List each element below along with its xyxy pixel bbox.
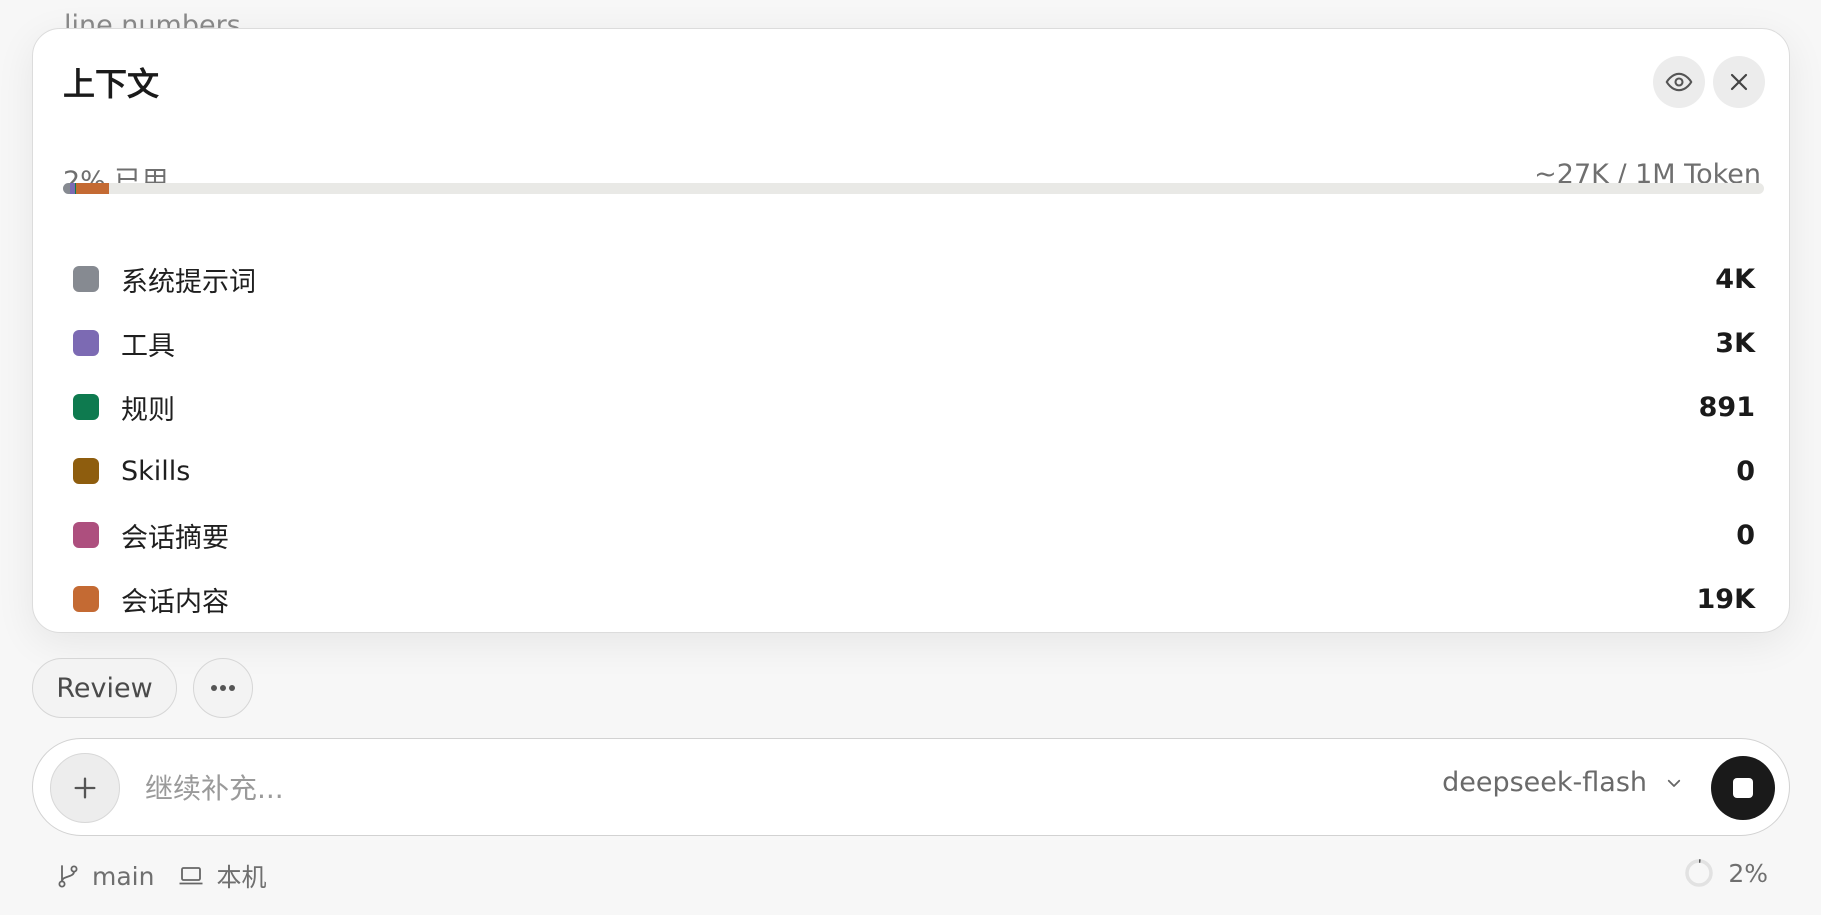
branch-name: main [92,861,155,891]
context-breakdown-list: 系统提示词 4K 工具 3K 规则 891 Skills 0 会话摘要 0 会话… [73,247,1755,631]
color-swatch [73,330,99,356]
progress-ring-icon [1685,859,1714,887]
review-button[interactable]: Review [32,658,177,718]
color-swatch [73,266,99,292]
git-branch-icon [58,865,78,888]
color-swatch [73,458,99,484]
usage-bar-segment [63,183,70,194]
list-item: Skills 0 [73,439,1755,503]
branch-indicator[interactable]: main [56,862,154,891]
more-button[interactable] [193,658,253,718]
item-value: 0 [1736,519,1755,551]
list-item: 系统提示词 4K [73,247,1755,311]
item-label: 工具 [121,330,175,362]
list-item: 会话摘要 0 [73,503,1755,567]
item-value: 891 [1698,391,1755,423]
panel-title: 上下文 [63,65,160,103]
add-attachment-button[interactable] [50,753,120,823]
color-swatch [73,394,99,420]
location-name: 本机 [216,863,267,892]
list-item: 工具 3K [73,311,1755,375]
item-value: 0 [1736,455,1755,487]
item-value: 3K [1715,327,1755,359]
eye-icon [1665,72,1693,92]
item-value: 19K [1696,583,1756,615]
context-usage-indicator[interactable]: 2% [1684,858,1768,888]
color-swatch [73,586,99,612]
item-value: 4K [1715,263,1755,295]
close-button[interactable] [1713,56,1765,108]
ellipsis-icon [211,685,235,691]
item-label: 会话摘要 [121,522,229,554]
message-composer: deepseek-flash [32,738,1790,836]
item-label: Skills [121,455,191,487]
chevron-down-icon [1665,774,1683,792]
status-bar-left: main 本机 [56,858,290,894]
usage-bar-segment [76,183,109,194]
stop-icon [1733,778,1753,798]
context-panel: 上下文 2% 已用 ~27K / 1M Token 系统提示词 4K 工具 3K… [32,28,1790,633]
message-input[interactable] [145,767,1045,809]
preview-button[interactable] [1653,56,1705,108]
item-label: 系统提示词 [121,266,256,298]
location-indicator[interactable]: 本机 [178,858,266,894]
color-swatch [73,522,99,548]
item-label: 会话内容 [121,586,229,618]
list-item: 会话内容 19K [73,567,1755,631]
stop-button[interactable] [1711,756,1775,820]
context-percent: 2% [1728,858,1768,888]
plus-icon [74,777,96,799]
close-icon [1730,73,1748,91]
laptop-icon [179,867,203,885]
model-selector[interactable]: deepseek-flash [1442,767,1683,798]
context-usage-bar [63,183,1764,194]
list-item: 规则 891 [73,375,1755,439]
item-label: 规则 [121,394,175,426]
model-name: deepseek-flash [1442,767,1647,798]
